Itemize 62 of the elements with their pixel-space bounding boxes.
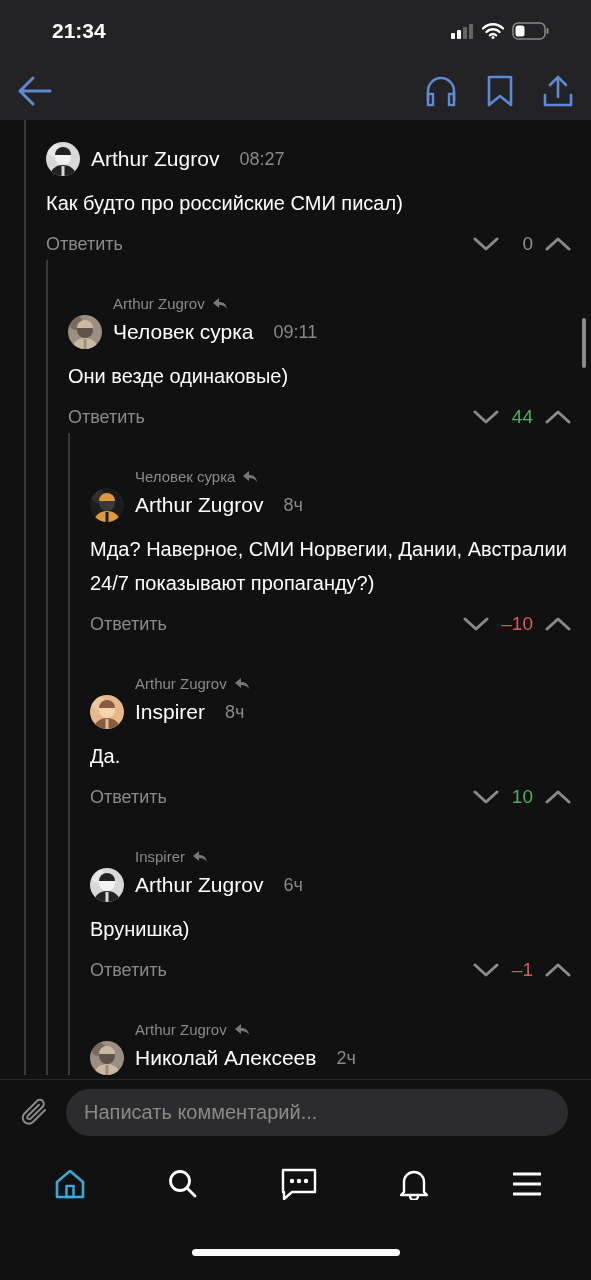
back-button[interactable]	[18, 76, 52, 106]
downvote-button[interactable]	[463, 616, 490, 632]
comment-time: 6ч	[283, 874, 303, 896]
reply-button[interactable]: Ответить	[90, 613, 167, 635]
comment-text: Мда? Наверное, СМИ Норвегии, Дании, Австралии 24/7 показывают пропаганду?)	[90, 537, 568, 596]
signal-icon	[450, 23, 474, 39]
downvote-button[interactable]	[473, 409, 499, 425]
downvote-button[interactable]	[473, 236, 499, 252]
reply-arrow-icon	[234, 1023, 249, 1035]
upvote-button[interactable]	[545, 236, 571, 252]
home-tab[interactable]	[54, 1169, 86, 1199]
reply-to-name[interactable]: Arthur Zugrov	[113, 294, 205, 312]
reply-button[interactable]: Ответить	[46, 233, 123, 255]
comment-time: 8ч	[225, 701, 245, 723]
reply-button[interactable]: Ответить	[90, 786, 167, 808]
reply-arrow-icon	[193, 850, 208, 862]
downvote-button[interactable]	[473, 962, 499, 978]
comment-text: Как будто про российские СМИ писал)	[46, 191, 404, 216]
comment-time: 09:11	[273, 321, 318, 343]
reply-arrow-icon	[234, 677, 249, 689]
share-button[interactable]	[543, 75, 573, 107]
score: 0	[521, 233, 533, 255]
status-time: 21:34	[52, 19, 106, 43]
battery-icon	[512, 22, 549, 40]
reply-to-name[interactable]: Arthur Zugrov	[135, 1020, 227, 1038]
reply-button[interactable]: Ответить	[90, 959, 167, 981]
score: –1	[511, 959, 533, 981]
headphones-button[interactable]	[425, 75, 457, 107]
comment-text: Врунишка)	[90, 917, 191, 942]
comment-time: 08:27	[239, 148, 285, 170]
messages-tab[interactable]	[280, 1168, 317, 1200]
upvote-button[interactable]	[545, 409, 571, 425]
comment-text: Они везде одинаковые)	[68, 364, 290, 389]
bookmark-button[interactable]	[487, 75, 513, 107]
comment-time: 8ч	[283, 494, 303, 516]
upvote-button[interactable]	[545, 962, 571, 978]
reply-to-name[interactable]: Человек сурка	[135, 467, 236, 485]
upvote-button[interactable]	[545, 789, 571, 805]
score: 44	[511, 406, 533, 428]
comment-text: Да.	[90, 744, 122, 769]
author-name[interactable]: Человек сурка	[113, 320, 254, 344]
author-name[interactable]: Arthur Zugrov	[135, 873, 264, 897]
comment-input[interactable]: Написать комментарий...	[66, 1088, 568, 1136]
author-name[interactable]: Inspirer	[135, 700, 206, 724]
wifi-icon	[482, 23, 504, 39]
reply-to-name[interactable]: Arthur Zugrov	[135, 674, 227, 692]
reply-arrow-icon	[212, 297, 227, 309]
comment-time: 2ч	[336, 1047, 356, 1069]
menu-tab[interactable]	[511, 1171, 543, 1197]
downvote-button[interactable]	[473, 789, 499, 805]
author-name[interactable]: Николай Алексеев	[135, 1046, 317, 1070]
search-tab[interactable]	[168, 1169, 199, 1199]
reply-arrow-icon	[243, 470, 258, 482]
score: 10	[511, 786, 533, 808]
score: –10	[501, 613, 533, 635]
notifications-tab[interactable]	[398, 1168, 429, 1200]
reply-to-name[interactable]: Inspirer	[135, 847, 186, 865]
reply-button[interactable]: Ответить	[68, 406, 145, 428]
author-name[interactable]: Arthur Zugrov	[135, 493, 264, 517]
upvote-button[interactable]	[545, 616, 571, 632]
author-name[interactable]: Arthur Zugrov	[91, 147, 220, 171]
scrollbar	[582, 318, 586, 368]
